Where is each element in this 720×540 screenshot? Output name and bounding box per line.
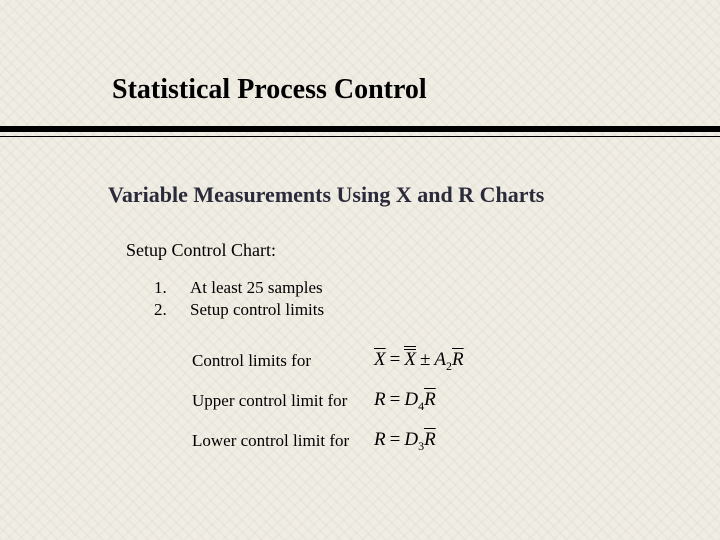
var-xbar: X xyxy=(374,350,386,369)
limits-label: Lower control limit for xyxy=(192,431,374,451)
limits-label: Upper control limit for xyxy=(192,391,374,411)
control-limits-row: Control limits for X=X±A2R xyxy=(192,344,464,378)
list-text: At least 25 samples xyxy=(190,278,323,298)
var-r: R xyxy=(374,429,386,450)
formula-r-lower: R=D3R xyxy=(374,429,436,454)
list-number: 1. xyxy=(154,278,190,298)
list-item: 2. Setup control limits xyxy=(154,300,324,320)
subtitle: Variable Measurements Using X and R Char… xyxy=(108,182,544,208)
page-title: Statistical Process Control xyxy=(112,74,427,106)
section-label: Setup Control Chart: xyxy=(126,240,276,261)
title-rule-thin xyxy=(0,136,720,137)
coef-d: D xyxy=(404,429,418,450)
lower-limit-row: Lower control limit for R=D3R xyxy=(192,424,436,458)
var-rbar: R xyxy=(424,430,436,449)
var-xdoublebar: X xyxy=(404,350,416,369)
formula-xbar: X=X±A2R xyxy=(374,349,464,374)
var-rbar: R xyxy=(452,350,464,369)
limits-label: Control limits for xyxy=(192,351,374,371)
coef-d: D xyxy=(404,389,418,410)
var-r: R xyxy=(374,389,386,410)
coef-a: A xyxy=(434,349,446,370)
list-number: 2. xyxy=(154,300,190,320)
list-item: 1. At least 25 samples xyxy=(154,278,324,298)
setup-list: 1. At least 25 samples 2. Setup control … xyxy=(154,278,324,322)
upper-limit-row: Upper control limit for R=D4R xyxy=(192,384,436,418)
var-rbar: R xyxy=(424,390,436,409)
list-text: Setup control limits xyxy=(190,300,324,320)
formula-r-upper: R=D4R xyxy=(374,389,436,414)
title-rule-thick xyxy=(0,126,720,132)
